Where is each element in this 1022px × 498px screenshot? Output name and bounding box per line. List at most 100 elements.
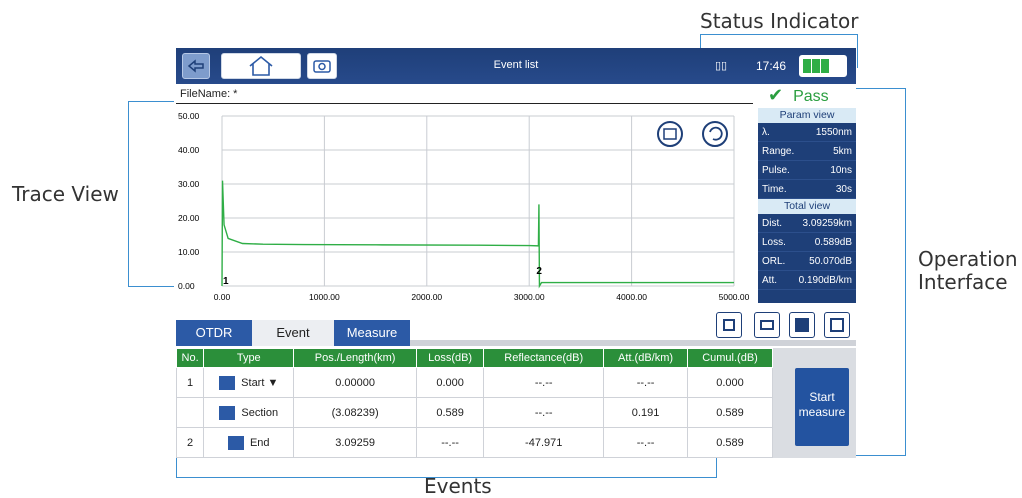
callout-trace: Trace View: [12, 182, 119, 206]
panel-row: Range. 5km: [758, 142, 856, 161]
tab-measure[interactable]: Measure: [334, 320, 410, 346]
panel-key: Range.: [762, 145, 795, 157]
screen-title: Event list: [493, 59, 539, 71]
table-row[interactable]: 1 Start ▼ 0.00000 0.000 --.-- --.-- 0.000: [175, 367, 773, 398]
table-cell: --.--: [415, 427, 485, 458]
file-name: FileName: *: [180, 88, 238, 100]
table-row[interactable]: 2 End 3.09259 --.-- -47.971 --.-- 0.589: [175, 427, 773, 458]
tab-strip: [410, 340, 856, 346]
tab-event[interactable]: Event: [252, 320, 334, 346]
result-label: Pass: [793, 88, 829, 105]
table-cell: 0.000: [687, 367, 773, 398]
table-cell: --.--: [603, 367, 689, 398]
x-tick-label: 5000.00: [719, 292, 750, 302]
lead-trace: [128, 101, 174, 287]
callout-status: Status Indicator: [700, 9, 859, 33]
event-type-label: End: [249, 436, 270, 449]
y-tick-label: 10.00: [178, 247, 200, 257]
callout-operation-line1: Operation: [918, 247, 1018, 271]
event-type-icon: [219, 405, 236, 420]
camera-icon: [313, 60, 331, 73]
back-arrow-icon: [187, 59, 204, 73]
table-cell: 3.09259: [293, 427, 417, 458]
table-row[interactable]: Section (3.08239) 0.589 --.-- 0.191 0.589: [175, 397, 773, 428]
table-cell: Start ▼: [203, 367, 295, 398]
column-header: Type: [203, 348, 295, 368]
back-button[interactable]: [182, 53, 210, 79]
fit-view-button[interactable]: [657, 121, 683, 147]
check-icon: ✔: [768, 85, 784, 105]
table-cell: 0.000: [415, 367, 485, 398]
x-tick-label: 0.00: [214, 292, 231, 302]
storage-icon: ▯▯: [715, 60, 728, 72]
event-type-icon: [227, 435, 244, 450]
undo-zoom-button[interactable]: [702, 121, 728, 147]
switch-icon: [795, 318, 809, 332]
clock: 17:46: [756, 59, 787, 73]
divider: [176, 103, 753, 104]
device-screen: Event list ▯▯ 17:46 FileName: * ✔ Pass 50…: [175, 48, 856, 458]
panel-row: Loss. 0.589dB: [758, 233, 856, 252]
lead-events: [176, 458, 717, 478]
table-cell: --.--: [603, 427, 689, 458]
panel-key: λ.: [762, 126, 770, 138]
battery-icon: [799, 55, 847, 77]
marker-2: 2: [536, 266, 542, 277]
panel-row: Att. 0.190dB/km: [758, 271, 856, 290]
table-cell: -47.971: [483, 427, 605, 458]
table-cell: [175, 397, 205, 428]
save-icon: [723, 319, 735, 331]
title-bar: Event list ▯▯ 17:46: [176, 48, 856, 84]
panel-key: ORL.: [762, 255, 786, 267]
x-tick-label: 2000.00: [411, 292, 442, 302]
fullscreen-button[interactable]: [824, 312, 850, 338]
panel-row: ORL. 50.070dB: [758, 252, 856, 271]
table-cell: 2: [175, 427, 205, 458]
y-tick-label: 0.00: [178, 281, 195, 291]
event-type-label: Start ▼: [241, 376, 279, 389]
tab-otdr[interactable]: OTDR: [176, 320, 252, 346]
table-cell: Section: [203, 397, 295, 428]
panel-value: 3.09259km: [802, 217, 852, 229]
table-cell: 1: [175, 367, 205, 398]
table-cell: (3.08239): [293, 397, 417, 428]
panel-value: 10ns: [830, 164, 852, 176]
table-cell: --.--: [483, 397, 605, 428]
callout-operation: Operation Interface: [918, 248, 1018, 294]
start-measure-button[interactable]: Start measure: [795, 368, 849, 446]
open-folder-button[interactable]: [754, 312, 780, 338]
switch-button[interactable]: [789, 312, 815, 338]
column-header: Cumul.(dB): [687, 348, 773, 368]
trace-chart: 50.00 40.00 30.00 20.00 10.00 0.00 0.00 1000.0…: [178, 111, 750, 302]
start-label: Start: [809, 390, 835, 404]
panel-value: 1550nm: [815, 126, 852, 138]
x-tick-label: 1000.00: [309, 292, 340, 302]
column-header: No.: [175, 348, 205, 368]
table-cell: 0.191: [603, 397, 689, 428]
column-header: Pos./Length(km): [293, 348, 417, 368]
panel-value: 0.589dB: [814, 236, 852, 248]
save-button[interactable]: [716, 312, 742, 338]
table-cell: 0.589: [687, 397, 773, 428]
home-icon: [249, 55, 273, 76]
start-label-2: measure: [798, 405, 846, 419]
event-type-label: Section: [241, 406, 279, 419]
panel-key: Pulse.: [762, 164, 790, 176]
panel-row: Pulse. 10ns: [758, 161, 856, 180]
panel-value: 30s: [835, 183, 852, 195]
camera-button[interactable]: [307, 53, 337, 79]
y-tick-label: 50.00: [178, 111, 200, 121]
folder-icon: [760, 320, 774, 330]
column-header: Att.(dB/km): [603, 348, 689, 368]
panel-value: 5km: [833, 145, 852, 157]
panel-value: 50.070dB: [809, 255, 852, 267]
table-cell: --.--: [483, 367, 605, 398]
y-tick-label: 30.00: [178, 179, 200, 189]
home-button[interactable]: [221, 53, 301, 79]
table-cell: 0.00000: [293, 367, 417, 398]
column-header: Loss(dB): [415, 348, 485, 368]
x-tick-label: 3000.00: [514, 292, 545, 302]
marker-1: 1: [223, 276, 229, 287]
panel-row: Dist. 3.09259km: [758, 214, 856, 233]
y-tick-label: 20.00: [178, 213, 200, 223]
